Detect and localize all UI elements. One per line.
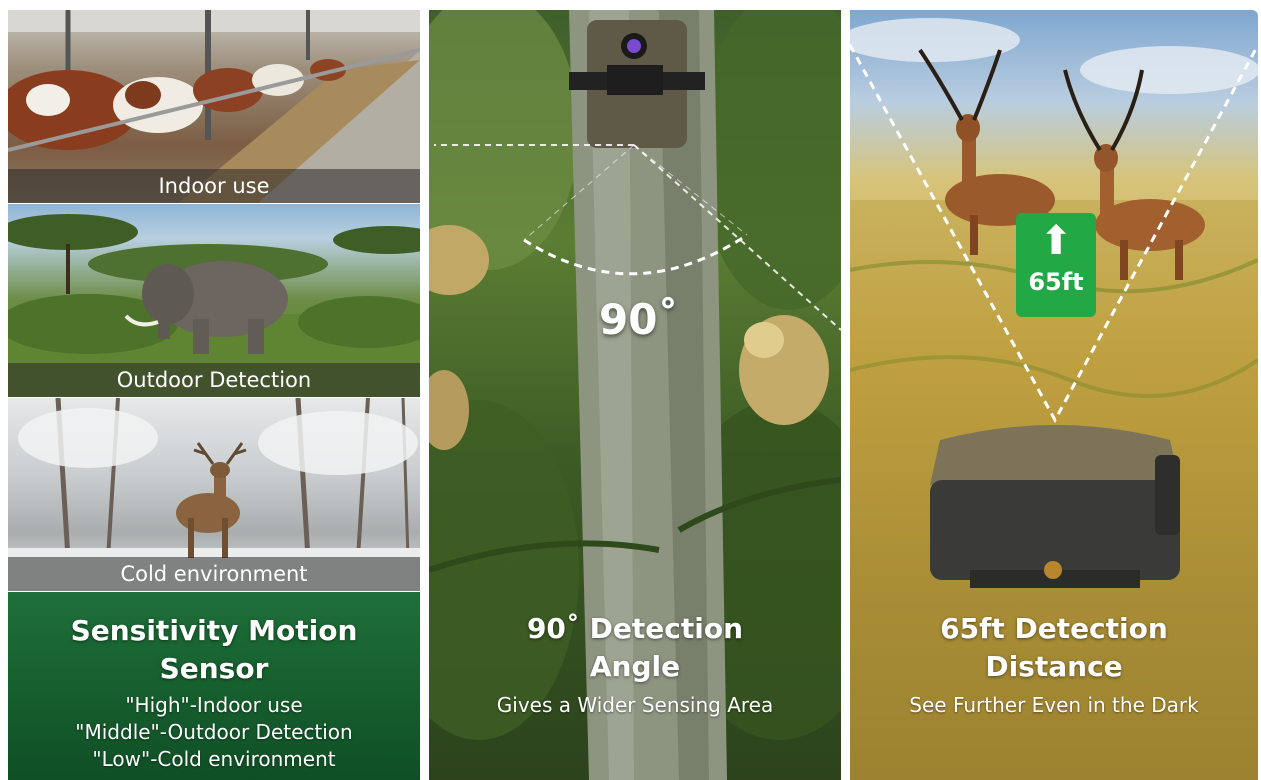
detection-distance-title-line-1: 65ft Detection [940, 612, 1168, 645]
sensitivity-title-line-2: Sensor [159, 652, 269, 685]
sensitivity-level-middle: "Middle"-Outdoor Detection [75, 720, 353, 744]
detection-angle-title: 90˚ Detection Angle [429, 610, 841, 686]
sensitivity-level-high: "High"-Indoor use [125, 693, 303, 717]
detection-angle-title-line-2: Angle [589, 650, 681, 683]
outdoor-scene-image: Outdoor Detection [8, 204, 420, 397]
angle-label: 90˚ [599, 295, 679, 344]
indoor-caption: Indoor use [8, 169, 420, 203]
outdoor-caption: Outdoor Detection [8, 363, 420, 397]
sensitivity-text-block: Sensitivity Motion Sensor "High"-Indoor … [8, 592, 420, 780]
distance-badge-value: 65ft [1028, 268, 1084, 296]
sensitivity-panel: Indoor use Outdoor Detection Cold enviro… [8, 10, 420, 780]
cold-scene-image: Cold environment [8, 398, 420, 591]
detection-distance-title: 65ft Detection Distance [850, 610, 1258, 686]
sensitivity-title-line-1: Sensitivity Motion [70, 614, 358, 647]
distance-badge: ⬆ 65ft [1016, 213, 1096, 317]
detection-distance-panel: ⬆ 65ft 65ft Detection Distance See Furth… [850, 10, 1258, 780]
sensitivity-level-low: "Low"-Cold environment [92, 747, 336, 771]
indoor-scene-image: Indoor use [8, 10, 420, 203]
detection-distance-title-line-2: Distance [985, 650, 1123, 683]
sensitivity-title: Sensitivity Motion Sensor [8, 612, 420, 688]
detection-angle-subtitle: Gives a Wider Sensing Area [496, 693, 774, 717]
detection-distance-subtitle: See Further Even in the Dark [909, 693, 1199, 717]
detection-angle-panel: 90˚ 90˚ Detection Angle Gives a Wider Se… [429, 10, 841, 780]
sensitivity-levels: "High"-Indoor use "Middle"-Outdoor Detec… [8, 692, 420, 773]
detection-angle-title-line-1: 90˚ Detection [526, 612, 744, 645]
cold-caption: Cold environment [8, 557, 420, 591]
arrow-up-icon: ⬆ [1039, 218, 1073, 264]
